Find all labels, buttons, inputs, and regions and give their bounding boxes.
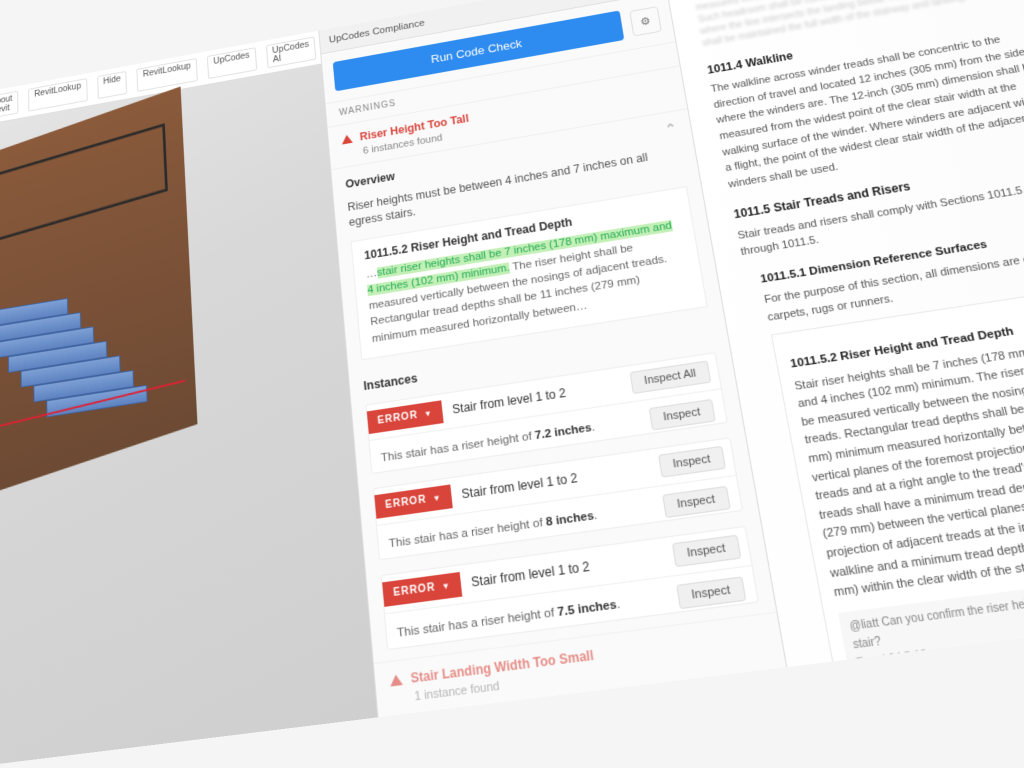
error-badge[interactable]: ERROR▼ bbox=[382, 572, 462, 607]
settings-button[interactable]: ⚙ bbox=[629, 6, 662, 36]
code-remainder: The riser height shall be measured verti… bbox=[368, 242, 668, 344]
warning-icon bbox=[341, 134, 353, 144]
chevron-up-icon: ⌃ bbox=[664, 120, 678, 137]
error-badge[interactable]: ERROR▼ bbox=[374, 484, 453, 518]
inspect-button[interactable]: Inspect bbox=[648, 399, 715, 431]
tab-lookup[interactable]: RevitLookup bbox=[28, 78, 87, 111]
inspect-button[interactable]: Inspect bbox=[672, 535, 742, 568]
warning-icon bbox=[389, 674, 402, 687]
doc-highlighted-section: 1011.5.2 Riser Height and Tread Depth St… bbox=[771, 286, 1024, 667]
inspect-button[interactable]: Inspect bbox=[658, 446, 726, 478]
caret-down-icon: ▼ bbox=[432, 493, 442, 504]
inspect-button[interactable]: Inspect bbox=[662, 486, 731, 518]
overview-label: Overview bbox=[345, 170, 395, 191]
caret-down-icon: ▼ bbox=[423, 408, 433, 418]
doc-paragraph: Stair riser heights shall be 7 inches (1… bbox=[793, 334, 1024, 604]
inspect-button[interactable]: Inspect bbox=[676, 576, 747, 609]
model-viewport[interactable]: About Revit RevitLookup Hide RevitLookup… bbox=[0, 31, 377, 767]
gear-icon: ⚙ bbox=[639, 14, 651, 28]
doc-comment-meta: Tess | 04.5.18 bbox=[856, 649, 929, 667]
tab-upcodes[interactable]: UpCodes bbox=[207, 47, 257, 79]
tab-about[interactable]: About Revit bbox=[0, 91, 18, 120]
caret-down-icon: ▼ bbox=[441, 581, 451, 592]
tab-hide[interactable]: Hide bbox=[97, 71, 127, 99]
instance-name: Stair from level 1 to 2 bbox=[471, 559, 591, 590]
tab-lookup-2[interactable]: RevitLookup bbox=[137, 58, 198, 92]
error-badge[interactable]: ERROR▼ bbox=[367, 400, 444, 434]
tab-upcodes-ai[interactable]: UpCodes AI bbox=[266, 36, 317, 68]
instance-name: Stair from level 1 to 2 bbox=[461, 471, 579, 502]
highlighted-stair[interactable] bbox=[0, 286, 146, 490]
inspect-all-button[interactable]: Inspect All bbox=[629, 361, 711, 395]
instance-name: Stair from level 1 to 2 bbox=[452, 386, 567, 417]
